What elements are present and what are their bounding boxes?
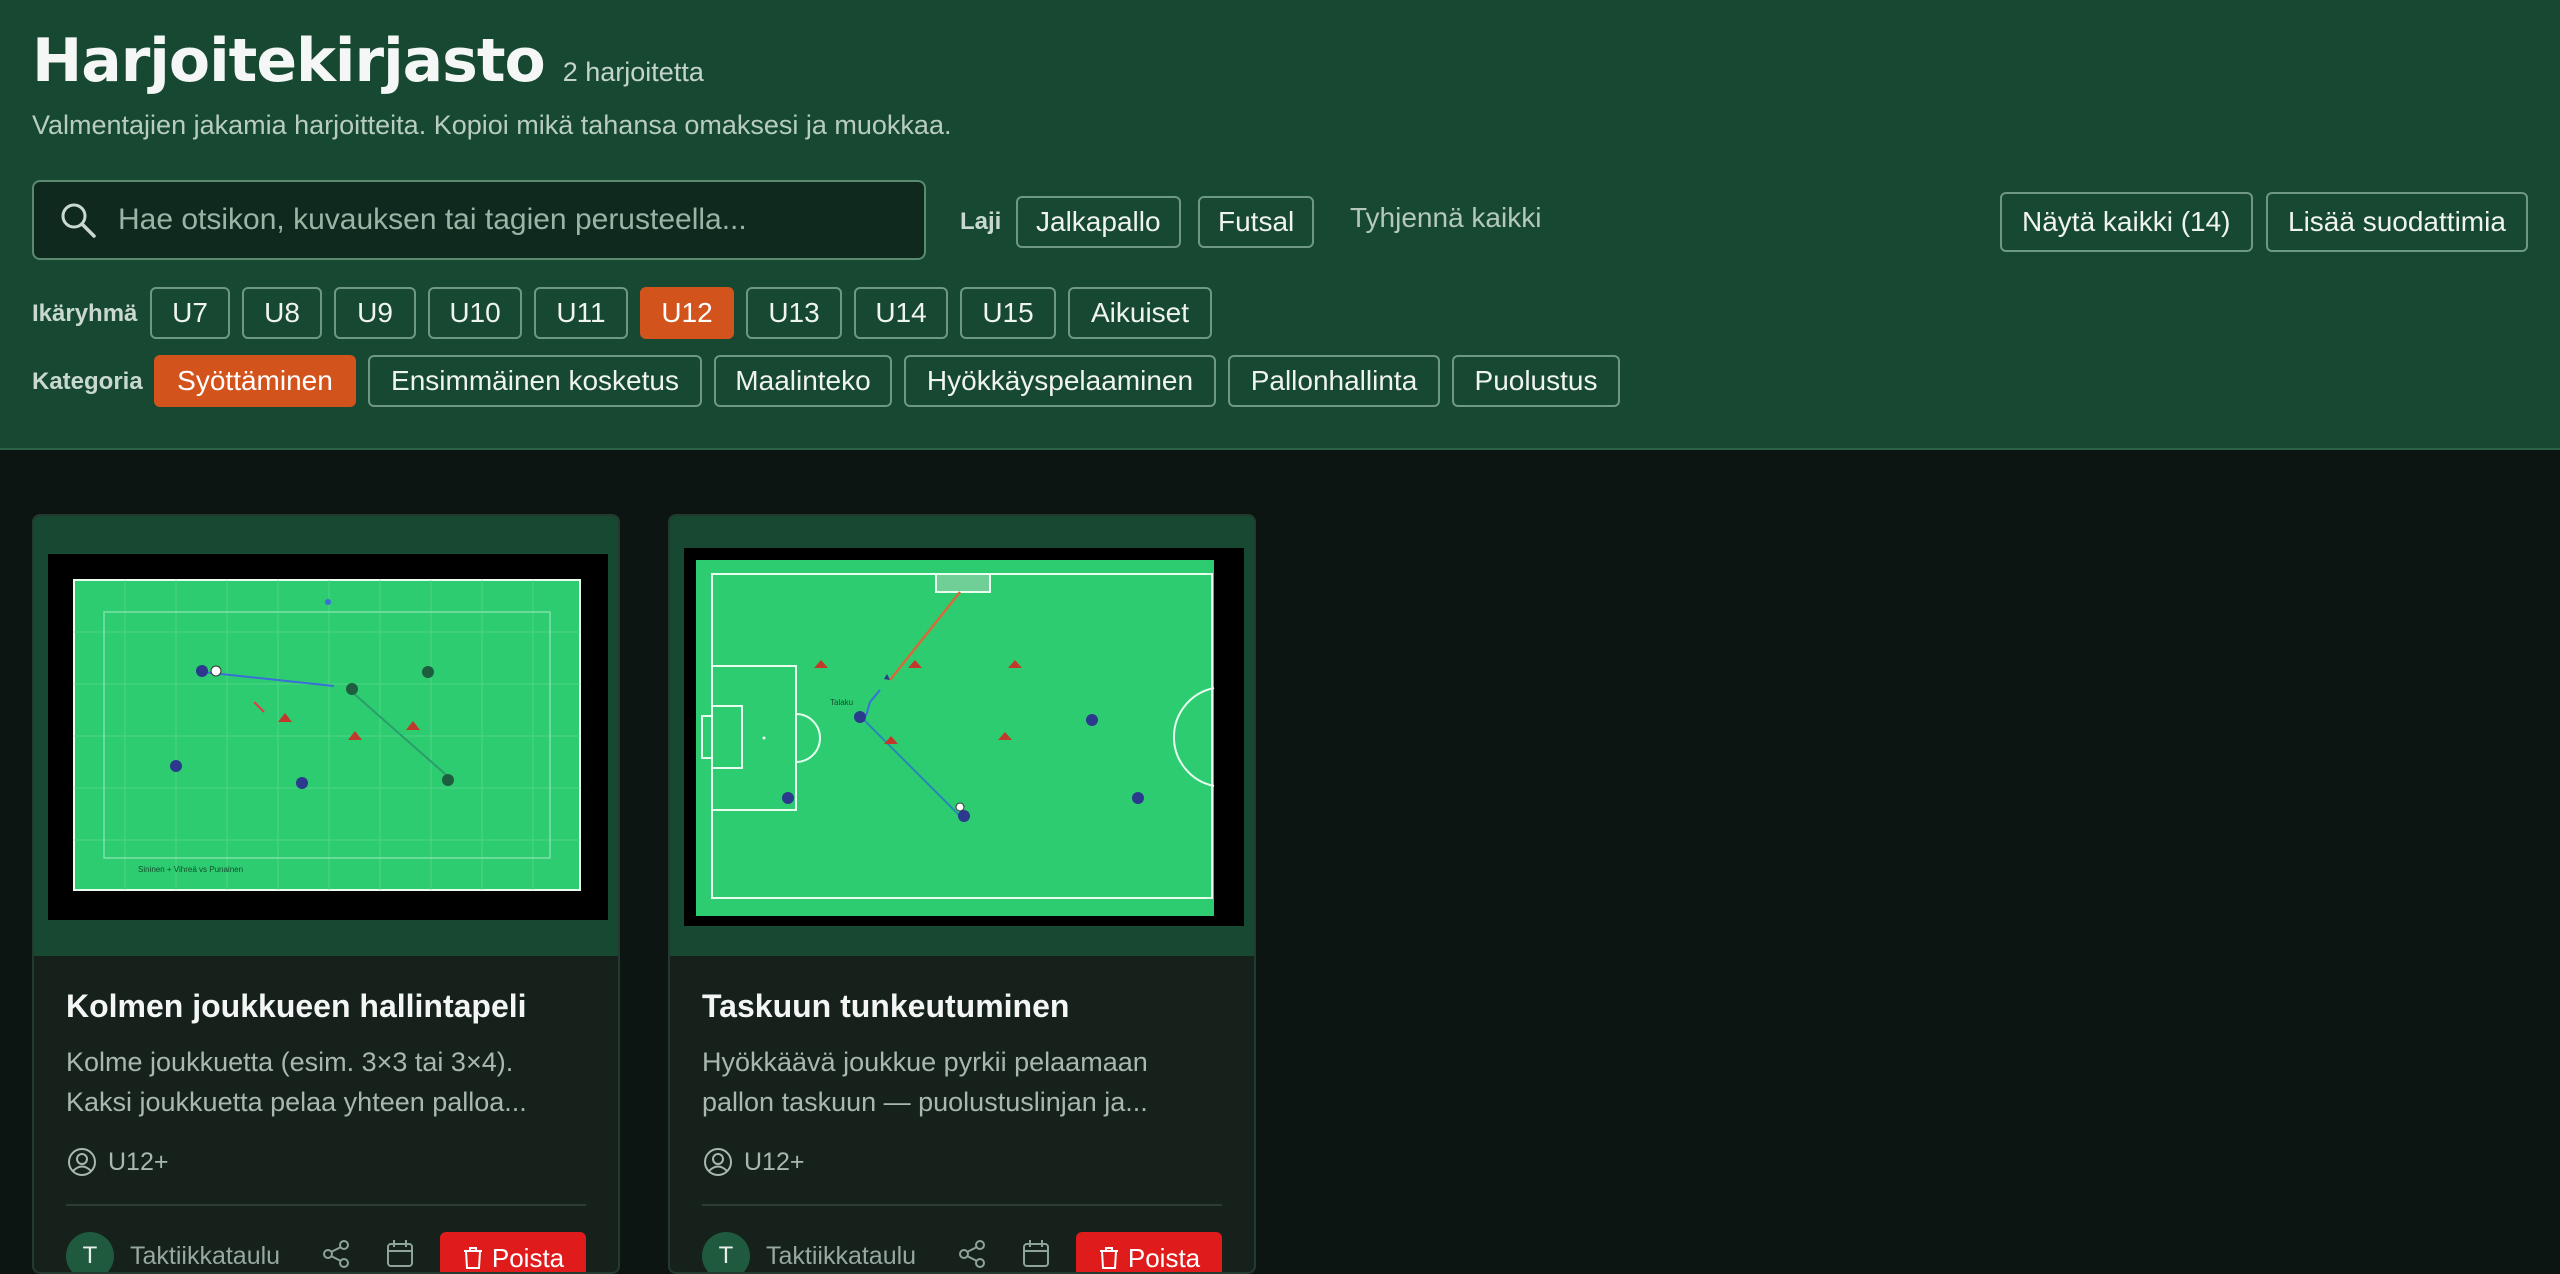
category-chip-pallonhallinta[interactable]: Pallonhallinta (1228, 355, 1440, 407)
card-description-line: pallon taskuun — puolustuslinjan ja... (702, 1087, 1148, 1117)
more-filters-button[interactable]: Lisää suodattimia (2266, 192, 2528, 252)
drill-card[interactable]: Sininen + Vihreä vs Punainen Kolmen jouk… (32, 514, 620, 1274)
trash-icon (1099, 1247, 1118, 1269)
tactics-board-image: Sininen + Vihreä vs Punainen (48, 554, 608, 920)
tactics-board-image: Talaku (684, 548, 1244, 926)
age-tag: U12+ (66, 1146, 168, 1178)
delete-button-label: Poista (1127, 1242, 1201, 1273)
title-row: Harjoitekirjasto 2 harjoitetta (32, 26, 704, 96)
age-chip-u15[interactable]: U15 (960, 287, 1056, 339)
card-description-line: Hyökkäävä joukkue pyrkii pelaamaan (702, 1047, 1148, 1077)
drill-count: 2 harjoitetta (562, 57, 704, 87)
age-tag-label: U12+ (744, 1147, 805, 1176)
card-description: Hyökkäävä joukkue pyrkii pelaamaan pallo… (702, 1042, 1222, 1122)
search-input[interactable] (116, 202, 924, 238)
share-icon[interactable] (956, 1238, 988, 1270)
delete-button-label: Poista (491, 1242, 565, 1273)
page-title: Harjoitekirjasto (32, 26, 546, 96)
category-label: Kategoria (32, 368, 143, 395)
share-icon[interactable] (320, 1238, 352, 1270)
header: Harjoitekirjasto 2 harjoitetta Valmentaj… (0, 0, 2560, 450)
age-chip-u7[interactable]: U7 (150, 287, 230, 339)
category-chip-puolustus[interactable]: Puolustus (1452, 355, 1620, 407)
age-tag: U12+ (702, 1146, 804, 1178)
divider (702, 1204, 1222, 1206)
calendar-icon[interactable] (384, 1238, 416, 1270)
drill-diagram: Sininen + Vihreä vs Punainen (34, 516, 618, 956)
card-title[interactable]: Kolmen joukkueen hallintapeli (66, 988, 527, 1025)
drill-card[interactable]: Talaku Taskuun tunkeutuminen Hyökkäävä j… (668, 514, 1256, 1274)
drill-diagram: Talaku (670, 516, 1254, 956)
category-chip-ensimmainen-kosketus[interactable]: Ensimmäinen kosketus (368, 355, 702, 407)
category-chip-hyokkayspelaaminen[interactable]: Hyökkäyspelaaminen (904, 355, 1216, 407)
owner-name: Taktiikkataulu (130, 1242, 281, 1270)
search-icon (61, 203, 96, 238)
age-chip-aikuiset[interactable]: Aikuiset (1068, 287, 1212, 339)
card-title[interactable]: Taskuun tunkeutuminen (702, 988, 1069, 1025)
age-chip-u10[interactable]: U10 (428, 287, 522, 339)
card-description: Kolme joukkuetta (esim. 3×3 tai 3×4). Ka… (66, 1042, 586, 1122)
category-chip-syottaminen[interactable]: Syöttäminen (154, 355, 356, 407)
card-description-line: Kolme joukkuetta (esim. 3×3 tai 3×4). (66, 1047, 514, 1077)
age-tag-label: U12+ (108, 1147, 169, 1176)
age-chip-u8[interactable]: U8 (242, 287, 322, 339)
user-circle-icon (704, 1148, 732, 1176)
age-group-label: Ikäryhmä (32, 300, 138, 327)
age-chip-u11[interactable]: U11 (534, 287, 628, 339)
age-chip-u13[interactable]: U13 (746, 287, 842, 339)
age-chip-u12[interactable]: U12 (640, 287, 734, 339)
sport-label: Laji (960, 208, 1002, 235)
sport-chip-futsal[interactable]: Futsal (1198, 196, 1315, 248)
category-chip-maalinteko[interactable]: Maalinteko (714, 355, 892, 407)
sport-chip-jalkapallo[interactable]: Jalkapallo (1016, 196, 1181, 248)
card-description-line: Kaksi joukkuetta pelaa yhteen palloa... (66, 1087, 527, 1117)
age-chip-u14[interactable]: U14 (854, 287, 948, 339)
avatar: T (702, 1232, 750, 1272)
divider (66, 1204, 586, 1206)
search-box[interactable] (32, 180, 926, 260)
calendar-icon[interactable] (1020, 1238, 1052, 1270)
user-circle-icon (68, 1148, 96, 1176)
page-subtitle: Valmentajien jakamia harjoitteita. Kopio… (32, 110, 952, 140)
diagram-caption: Sininen + Vihreä vs Punainen (138, 865, 243, 874)
show-all-button[interactable]: Näytä kaikki (14) (2000, 192, 2253, 252)
avatar: T (66, 1232, 114, 1272)
age-chip-u9[interactable]: U9 (334, 287, 416, 339)
diagram-label: Talaku (830, 698, 853, 707)
delete-button[interactable]: Poista (440, 1232, 586, 1273)
delete-button[interactable]: Poista (1076, 1232, 1222, 1273)
owner-name: Taktiikkataulu (766, 1242, 917, 1270)
clear-all-link[interactable]: Tyhjennä kaikki (1350, 202, 1541, 234)
trash-icon (463, 1247, 482, 1269)
